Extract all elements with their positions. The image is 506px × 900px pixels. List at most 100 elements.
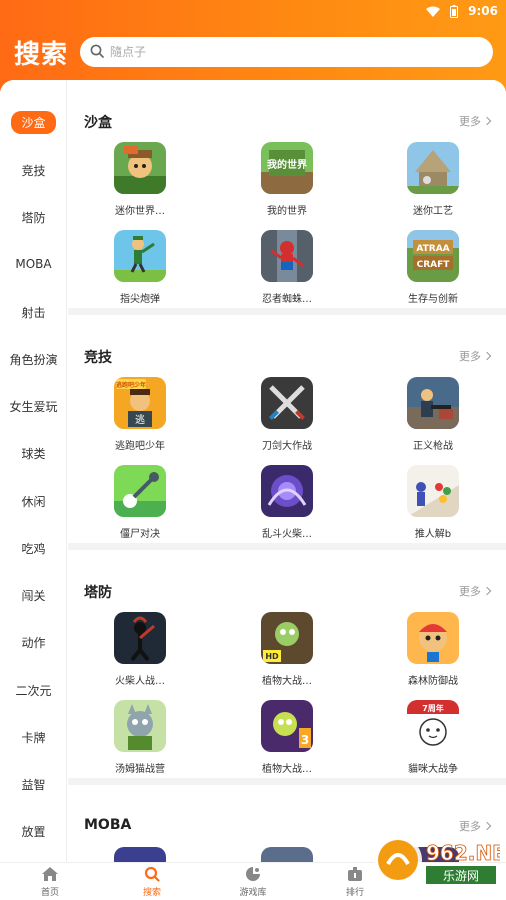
- sidebar-item-action[interactable]: 动作: [0, 626, 67, 658]
- game-name: 貓咪大战争: [408, 764, 458, 775]
- game-name: 推人解b: [414, 529, 452, 540]
- sidebar-item-girls[interactable]: 女生爱玩: [0, 390, 67, 422]
- game-item[interactable]: 迷你工艺: [368, 142, 498, 217]
- more-link[interactable]: 更多: [459, 583, 492, 599]
- sidebar-item-label: 射击: [21, 305, 46, 320]
- game-item[interactable]: 刀剑大作战: [222, 377, 352, 452]
- game-item[interactable]: 忍者蜘蛛…: [222, 230, 352, 305]
- game-name: 迷你世界…: [115, 206, 165, 217]
- game-item[interactable]: 火柴人战…: [75, 612, 205, 687]
- game-icon-stickman-war: [114, 612, 166, 664]
- game-name: 我的世界: [267, 206, 307, 217]
- sidebar-item-label: 球类: [21, 446, 46, 461]
- craft-logo-top: ATRAA: [416, 244, 449, 254]
- game-name: 汤姆猫战营: [115, 764, 165, 775]
- game-name: 植物大战…: [262, 676, 312, 687]
- section-title: 沙盒: [84, 115, 112, 131]
- game-item[interactable]: 正义枪战: [368, 377, 498, 452]
- game-name: 刀剑大作战: [262, 441, 312, 452]
- sidebar-item-label: 休闲: [21, 494, 46, 509]
- game-item[interactable]: 迷你世界…: [75, 142, 205, 217]
- sidebar-item-shooting[interactable]: 射击: [0, 296, 67, 328]
- game-icon-zombie-duel: [114, 465, 166, 517]
- sidebar-item-label: 闯关: [21, 588, 46, 603]
- game-name: 指尖炮弹: [120, 294, 160, 305]
- sidebar-item-casual[interactable]: 休闲: [0, 485, 67, 517]
- game-item[interactable]: 我的世界 我的世界: [222, 142, 352, 217]
- craft-logo-bottom: CRAFT: [417, 260, 451, 270]
- ranking-icon: [348, 867, 362, 881]
- sidebar-item-idle[interactable]: 放置: [0, 815, 67, 847]
- status-bar: 9:06: [426, 0, 498, 22]
- sidebar-item-label: 吃鸡: [21, 541, 46, 556]
- sidebar-item-ball[interactable]: 球类: [0, 437, 67, 469]
- game-icon-pvz-hd: HD: [261, 612, 313, 664]
- nav-home[interactable]: 首页: [0, 863, 100, 900]
- sidebar-item-label: 放置: [21, 824, 46, 839]
- sidebar-item-label: 角色扮演: [9, 352, 58, 367]
- game-name: 火柴人战…: [115, 676, 165, 687]
- chevron-right-icon: [482, 351, 492, 361]
- watermark-logo: 962.NET 乐游网: [370, 828, 506, 894]
- watermark-brand: 962.NET: [426, 841, 500, 865]
- sidebar-item-puzzle[interactable]: 益智: [0, 768, 67, 800]
- game-item[interactable]: 森林防御战: [368, 612, 498, 687]
- nav-search[interactable]: 搜索: [102, 863, 202, 900]
- sidebar-item-card[interactable]: 卡牌: [0, 721, 67, 753]
- more-link[interactable]: 更多: [459, 348, 492, 364]
- game-icon-ninja-spider: [261, 230, 313, 282]
- game-item[interactable]: HD 植物大战…: [222, 612, 352, 687]
- sidebar-item-battle-royale[interactable]: 吃鸡: [0, 532, 67, 564]
- home-icon: [42, 867, 58, 881]
- sidebar-item-moba[interactable]: MOBA: [0, 248, 67, 280]
- main-panel: 沙盒 竞技 塔防 MOBA 射击 角色扮演 女生爱玩 球类 休闲 吃鸡 闯关 动…: [0, 80, 506, 862]
- game-item[interactable]: 指尖炮弹: [75, 230, 205, 305]
- sidebar-item-label: 竞技: [21, 163, 46, 178]
- sidebar-item-competitive[interactable]: 竞技: [0, 154, 67, 186]
- game-name: 逃跑吧少年: [115, 441, 165, 452]
- game-icon-survival-craft: ATRAA CRAFT: [407, 230, 459, 282]
- game-item[interactable]: 7周年 貓咪大战争: [368, 700, 498, 775]
- search-icon: [144, 866, 160, 882]
- more-label: 更多: [459, 585, 481, 598]
- sidebar-item-tower-defense[interactable]: 塔防: [0, 201, 67, 233]
- game-icon-mini-craft: [407, 142, 459, 194]
- game-item[interactable]: 乱斗火柴…: [222, 465, 352, 540]
- section-title: 竞技: [84, 350, 112, 366]
- game-item[interactable]: 僵尸对决: [75, 465, 205, 540]
- search-icon: [90, 43, 104, 62]
- sidebar-item-rpg[interactable]: 角色扮演: [0, 343, 67, 375]
- game-icon-moba-1[interactable]: [114, 847, 166, 862]
- search-input[interactable]: [110, 45, 470, 59]
- pvz-hd-badge: HD: [265, 652, 279, 661]
- nav-game-library[interactable]: 游戏库: [203, 863, 303, 900]
- sidebar-item-anime[interactable]: 二次元: [0, 674, 67, 706]
- sidebar-item-levels[interactable]: 闯关: [0, 579, 67, 611]
- game-icon-moba-2[interactable]: [261, 847, 313, 862]
- game-icon-battle-cats: 7周年: [407, 700, 459, 752]
- more-link[interactable]: 更多: [459, 113, 492, 129]
- battle-cats-banner: 7周年: [422, 703, 444, 713]
- game-icon-forest-defense: [407, 612, 459, 664]
- more-label: 更多: [459, 350, 481, 363]
- game-name: 生存与创新: [408, 294, 458, 305]
- game-icon-minecraft: 我的世界: [261, 142, 313, 194]
- nav-label: 首页: [40, 888, 59, 898]
- game-item[interactable]: 逃跑吧少年逃 逃跑吧少年: [75, 377, 205, 452]
- chevron-right-icon: [482, 116, 492, 126]
- game-icon-finger-cannon: [114, 230, 166, 282]
- game-name: 僵尸对决: [120, 529, 160, 540]
- game-item[interactable]: ATRAA CRAFT 生存与创新: [368, 230, 498, 305]
- more-label: 更多: [459, 115, 481, 128]
- sidebar-item-label: 女生爱玩: [9, 399, 58, 414]
- section-title: 塔防: [84, 585, 112, 601]
- sidebar-item-label: 卡牌: [21, 730, 46, 745]
- game-item[interactable]: 推人解b: [368, 465, 498, 540]
- header: 9:06 搜索: [0, 0, 506, 92]
- game-item[interactable]: 汤姆猫战营: [75, 700, 205, 775]
- search-box[interactable]: [80, 37, 493, 67]
- game-name: 迷你工艺: [413, 206, 453, 217]
- game-item[interactable]: 3 植物大战…: [222, 700, 352, 775]
- sidebar-item-sandbox[interactable]: 沙盒: [0, 106, 67, 138]
- watermark-sub: 乐游网: [443, 869, 479, 883]
